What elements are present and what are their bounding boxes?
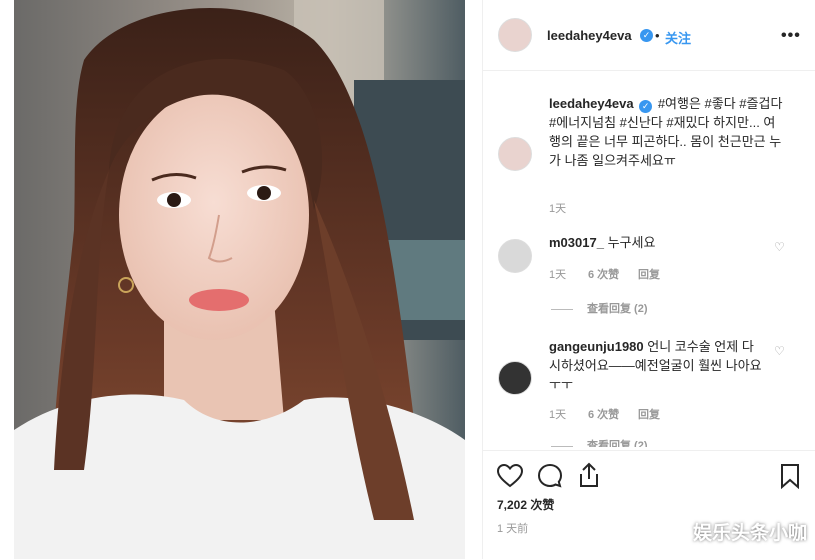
reply-button[interactable]: 回复 [638, 406, 660, 422]
watermark: 娱乐头条小咖 [692, 523, 807, 544]
comment-likes[interactable]: 6 次赞 [588, 406, 619, 422]
author-avatar[interactable] [498, 18, 532, 52]
verified-badge-icon: ✓ [639, 100, 653, 113]
comment-time[interactable]: 1天 [549, 266, 566, 282]
post-side-panel: leedahey4eva ✓ • 关注 ••• leedahey4eva ✓ #… [482, 0, 815, 559]
caption-body: leedahey4eva ✓ #여행은 #좋다 #즐겁다 #에너지넘침 #신난다… [549, 94, 784, 170]
post-photo[interactable] [14, 0, 465, 559]
post-time[interactable]: 1 天前 [497, 520, 528, 536]
author-username[interactable]: leedahey4eva [547, 28, 632, 43]
share-icon[interactable] [577, 462, 601, 488]
view-replies-link[interactable]: 查看回复 (2) [551, 437, 648, 447]
comment-body: m03017_ 누구세요 [549, 233, 764, 252]
more-options-icon[interactable]: ••• [781, 27, 801, 45]
view-replies-link[interactable]: 查看回复 (2) [551, 300, 648, 316]
comment-time[interactable]: 1天 [549, 406, 566, 422]
verified-badge-icon: ✓ [640, 29, 653, 42]
post-header: leedahey4eva ✓ • 关注 ••• [483, 0, 815, 71]
commenter-avatar[interactable] [498, 361, 532, 395]
bookmark-icon[interactable] [780, 463, 800, 489]
portrait-illustration [14, 0, 465, 559]
comment-body: gangeunju1980 언니 코수술 언제 다시하셨어요——예전얼굴이 훨씬… [549, 337, 764, 394]
commenter-avatar[interactable] [498, 239, 532, 273]
follow-button[interactable]: 关注 [665, 28, 691, 47]
like-count[interactable]: 7,202 次赞 [497, 496, 554, 513]
separator-dot: • [655, 28, 660, 43]
heart-icon[interactable]: ♡ [774, 344, 785, 358]
caption-username[interactable]: leedahey4eva [549, 96, 634, 111]
caption-avatar[interactable] [498, 137, 532, 171]
comment-username[interactable]: gangeunju1980 [549, 339, 644, 354]
comment-text: 누구세요 [607, 235, 656, 250]
comment-username[interactable]: m03017_ [549, 235, 604, 250]
heart-icon[interactable]: ♡ [774, 240, 785, 254]
heart-icon[interactable] [497, 464, 523, 488]
caption-time[interactable]: 1天 [549, 200, 566, 216]
comment-icon[interactable] [537, 463, 563, 489]
comment-likes[interactable]: 6 次赞 [588, 266, 619, 282]
reply-button[interactable]: 回复 [638, 266, 660, 282]
